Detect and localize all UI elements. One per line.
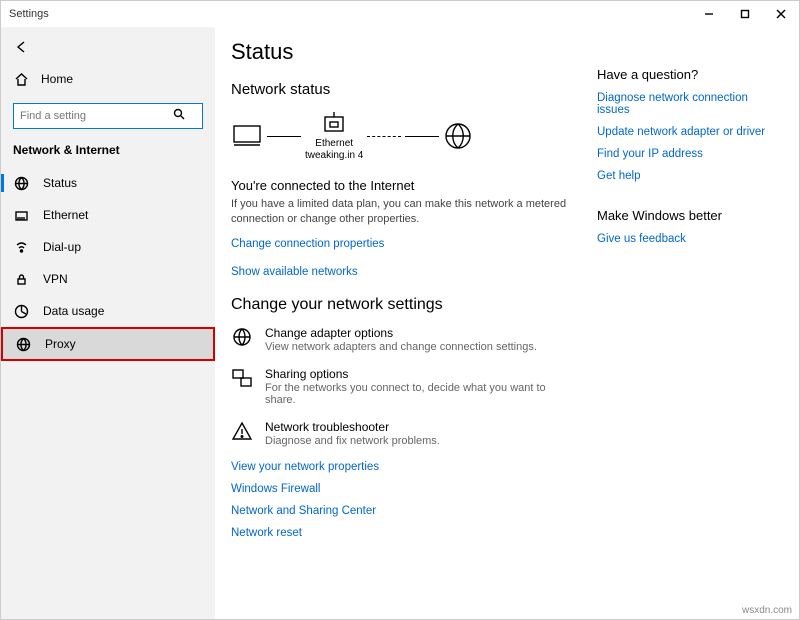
link-network-sharing-center[interactable]: Network and Sharing Center: [231, 505, 577, 517]
sidebar-item-proxy[interactable]: Proxy: [1, 327, 215, 361]
sidebar-item-dialup[interactable]: Dial-up: [1, 231, 215, 263]
dialup-icon: [13, 239, 29, 255]
link-update-adapter[interactable]: Update network adapter or driver: [597, 126, 777, 138]
adapter-icon: [231, 326, 253, 348]
sidebar-item-label: Dial-up: [43, 240, 81, 254]
titlebar: Settings: [1, 1, 799, 27]
home-button[interactable]: Home: [1, 63, 215, 95]
sidebar-item-label: Proxy: [45, 337, 76, 351]
link-change-connection-properties[interactable]: Change connection properties: [231, 238, 577, 250]
link-diagnose-issues[interactable]: Diagnose network connection issues: [597, 92, 777, 116]
link-windows-firewall[interactable]: Windows Firewall: [231, 483, 577, 495]
setting-sharing-options[interactable]: Sharing options For the networks you con…: [231, 367, 577, 406]
connected-heading: You're connected to the Internet: [231, 178, 577, 193]
router-icon: [321, 110, 347, 136]
connection-detail: tweaking.in 4: [305, 150, 363, 162]
sidebar-item-ethernet[interactable]: Ethernet: [1, 199, 215, 231]
sidebar-item-label: Status: [43, 176, 77, 190]
back-arrow-icon: [13, 39, 29, 55]
link-network-reset[interactable]: Network reset: [231, 527, 577, 539]
setting-troubleshooter[interactable]: Network troubleshooter Diagnose and fix …: [231, 420, 577, 447]
connected-body: If you have a limited data plan, you can…: [231, 197, 577, 228]
setting-title: Sharing options: [265, 367, 577, 381]
question-heading: Have a question?: [597, 67, 777, 82]
connection-name: Ethernet: [305, 138, 363, 150]
page-title: Status: [231, 39, 577, 65]
sidebar-item-label: Data usage: [43, 304, 104, 318]
network-diagram: Ethernet tweaking.in 4: [231, 110, 577, 162]
content-pane: Status Network status Etherne: [215, 27, 799, 619]
link-show-available-networks[interactable]: Show available networks: [231, 266, 577, 278]
link-give-feedback[interactable]: Give us feedback: [597, 233, 777, 245]
globe-icon: [443, 121, 473, 151]
help-panel: Have a question? Diagnose network connec…: [597, 39, 777, 599]
close-button[interactable]: [763, 1, 799, 27]
maximize-button[interactable]: [727, 1, 763, 27]
link-view-network-properties[interactable]: View your network properties: [231, 461, 577, 473]
window-title: Settings: [9, 8, 49, 20]
sidebar-item-label: Ethernet: [43, 208, 88, 222]
watermark: wsxdn.com: [742, 605, 792, 616]
sidebar-item-datausage[interactable]: Data usage: [1, 295, 215, 327]
minimize-button[interactable]: [691, 1, 727, 27]
sidebar-item-status[interactable]: Status: [1, 167, 215, 199]
setting-sub: View network adapters and change connect…: [265, 341, 537, 353]
settings-window: Settings Home: [0, 0, 800, 620]
setting-title: Change adapter options: [265, 326, 537, 340]
sidebar: Home Network & Internet Status: [1, 27, 215, 619]
sidebar-item-label: VPN: [43, 272, 68, 286]
status-icon: [13, 175, 29, 191]
feedback-heading: Make Windows better: [597, 208, 777, 223]
sharing-icon: [231, 367, 253, 389]
setting-adapter-options[interactable]: Change adapter options View network adap…: [231, 326, 577, 353]
datausage-icon: [13, 303, 29, 319]
pc-icon: [231, 123, 263, 149]
back-button[interactable]: [1, 31, 215, 63]
troubleshoot-icon: [231, 420, 253, 442]
vpn-icon: [13, 271, 29, 287]
setting-title: Network troubleshooter: [265, 420, 440, 434]
setting-sub: For the networks you connect to, decide …: [265, 382, 577, 406]
window-controls: [691, 1, 799, 27]
home-icon: [13, 71, 29, 87]
link-find-ip[interactable]: Find your IP address: [597, 148, 777, 160]
sidebar-item-vpn[interactable]: VPN: [1, 263, 215, 295]
change-settings-heading: Change your network settings: [231, 296, 577, 314]
network-status-heading: Network status: [231, 81, 577, 98]
link-get-help[interactable]: Get help: [597, 170, 777, 182]
section-heading: Network & Internet: [1, 137, 215, 167]
ethernet-icon: [13, 207, 29, 223]
search-icon: [173, 108, 185, 123]
home-label: Home: [41, 72, 73, 86]
setting-sub: Diagnose and fix network problems.: [265, 435, 440, 447]
proxy-icon: [15, 336, 31, 352]
